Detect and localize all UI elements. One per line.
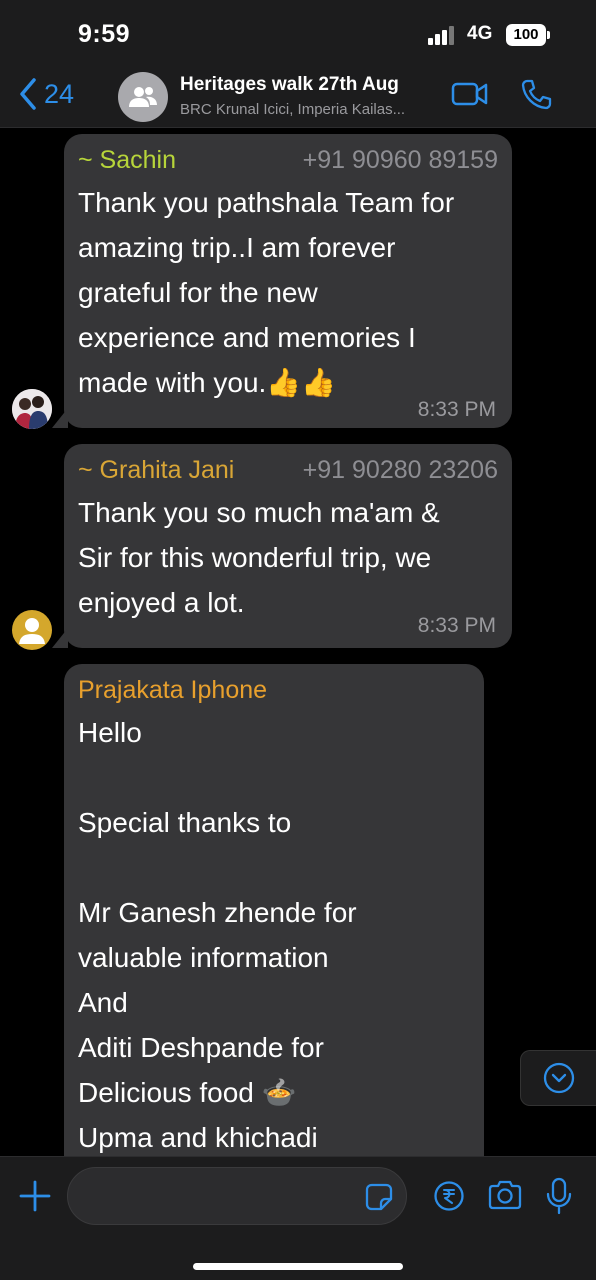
group-members[interactable]: BRC Krunal Icici, Imperia Kailas... <box>180 101 440 118</box>
home-indicator <box>193 1263 403 1270</box>
sender-name[interactable]: ~ Grahita Jani <box>78 456 234 485</box>
video-call-button[interactable] <box>451 80 489 108</box>
sender-phone[interactable]: +91 90280 23206 <box>303 456 498 485</box>
camera-icon <box>488 1180 522 1210</box>
group-icon <box>129 87 157 107</box>
network-type: 4G <box>467 23 493 44</box>
message-bubble[interactable]: ~ Grahita Jani +91 90280 23206 Thank you… <box>64 444 512 648</box>
message-time: 8:33 PM <box>417 614 496 637</box>
message-bubble[interactable]: Prajakata Iphone Hello Special thanks to… <box>64 664 484 1156</box>
avatar[interactable] <box>12 389 52 429</box>
payment-button[interactable] <box>433 1180 465 1212</box>
phone-icon <box>521 79 552 110</box>
default-avatar-icon <box>19 618 45 644</box>
camera-button[interactable] <box>487 1179 523 1211</box>
voice-message-button[interactable] <box>545 1177 573 1215</box>
profile-photo-icon <box>12 389 52 429</box>
chat-area[interactable]: ~ Sachin +91 90960 89159 Thank you paths… <box>0 128 596 1156</box>
sender-row: ~ Grahita Jani +91 90280 23206 <box>78 456 498 490</box>
sticker-icon <box>365 1183 393 1211</box>
rupee-icon <box>434 1181 464 1211</box>
sender-name[interactable]: ~ Sachin <box>78 146 176 175</box>
voice-call-button[interactable] <box>520 78 552 110</box>
avatar[interactable] <box>12 610 52 650</box>
microphone-icon <box>546 1177 572 1215</box>
message-text: Thank you so much ma'am & Sir for this w… <box>78 497 440 618</box>
back-button[interactable]: 24 <box>18 74 74 114</box>
group-avatar[interactable] <box>118 72 168 122</box>
battery-icon: 100 <box>506 24 546 46</box>
sender-row: Prajakata Iphone <box>78 676 470 710</box>
sender-name[interactable]: Prajakata Iphone <box>78 676 267 705</box>
sender-phone[interactable]: +91 90960 89159 <box>303 146 498 175</box>
plus-icon <box>19 1180 51 1212</box>
signal-strength-icon <box>428 25 460 45</box>
battery-tip <box>547 31 550 39</box>
group-name[interactable]: Heritages walk 27th Aug <box>180 74 399 96</box>
message-input[interactable] <box>67 1167 407 1225</box>
message-time: 8:33 PM <box>417 398 496 421</box>
chat-header: 24 Heritages walk 27th Aug BRC Krunal Ic… <box>0 66 596 128</box>
scroll-down-button[interactable] <box>520 1050 596 1106</box>
unread-count: 24 <box>44 78 75 109</box>
message-text: Hello Special thanks to Mr Ganesh zhende… <box>78 717 357 1153</box>
status-time: 9:59 <box>78 20 131 48</box>
message-composer <box>0 1156 596 1280</box>
video-camera-icon <box>451 82 488 106</box>
message-text: Thank you pathshala Team for amazing tri… <box>78 187 455 398</box>
sticker-button[interactable] <box>364 1182 394 1212</box>
status-bar: 9:59 4G 100 <box>0 0 596 66</box>
chevron-left-icon <box>20 78 36 110</box>
attach-button[interactable] <box>18 1179 52 1213</box>
message-bubble[interactable]: ~ Sachin +91 90960 89159 Thank you paths… <box>64 134 512 428</box>
sender-row: ~ Sachin +91 90960 89159 <box>78 146 498 180</box>
chevron-down-circle-icon <box>543 1062 574 1094</box>
